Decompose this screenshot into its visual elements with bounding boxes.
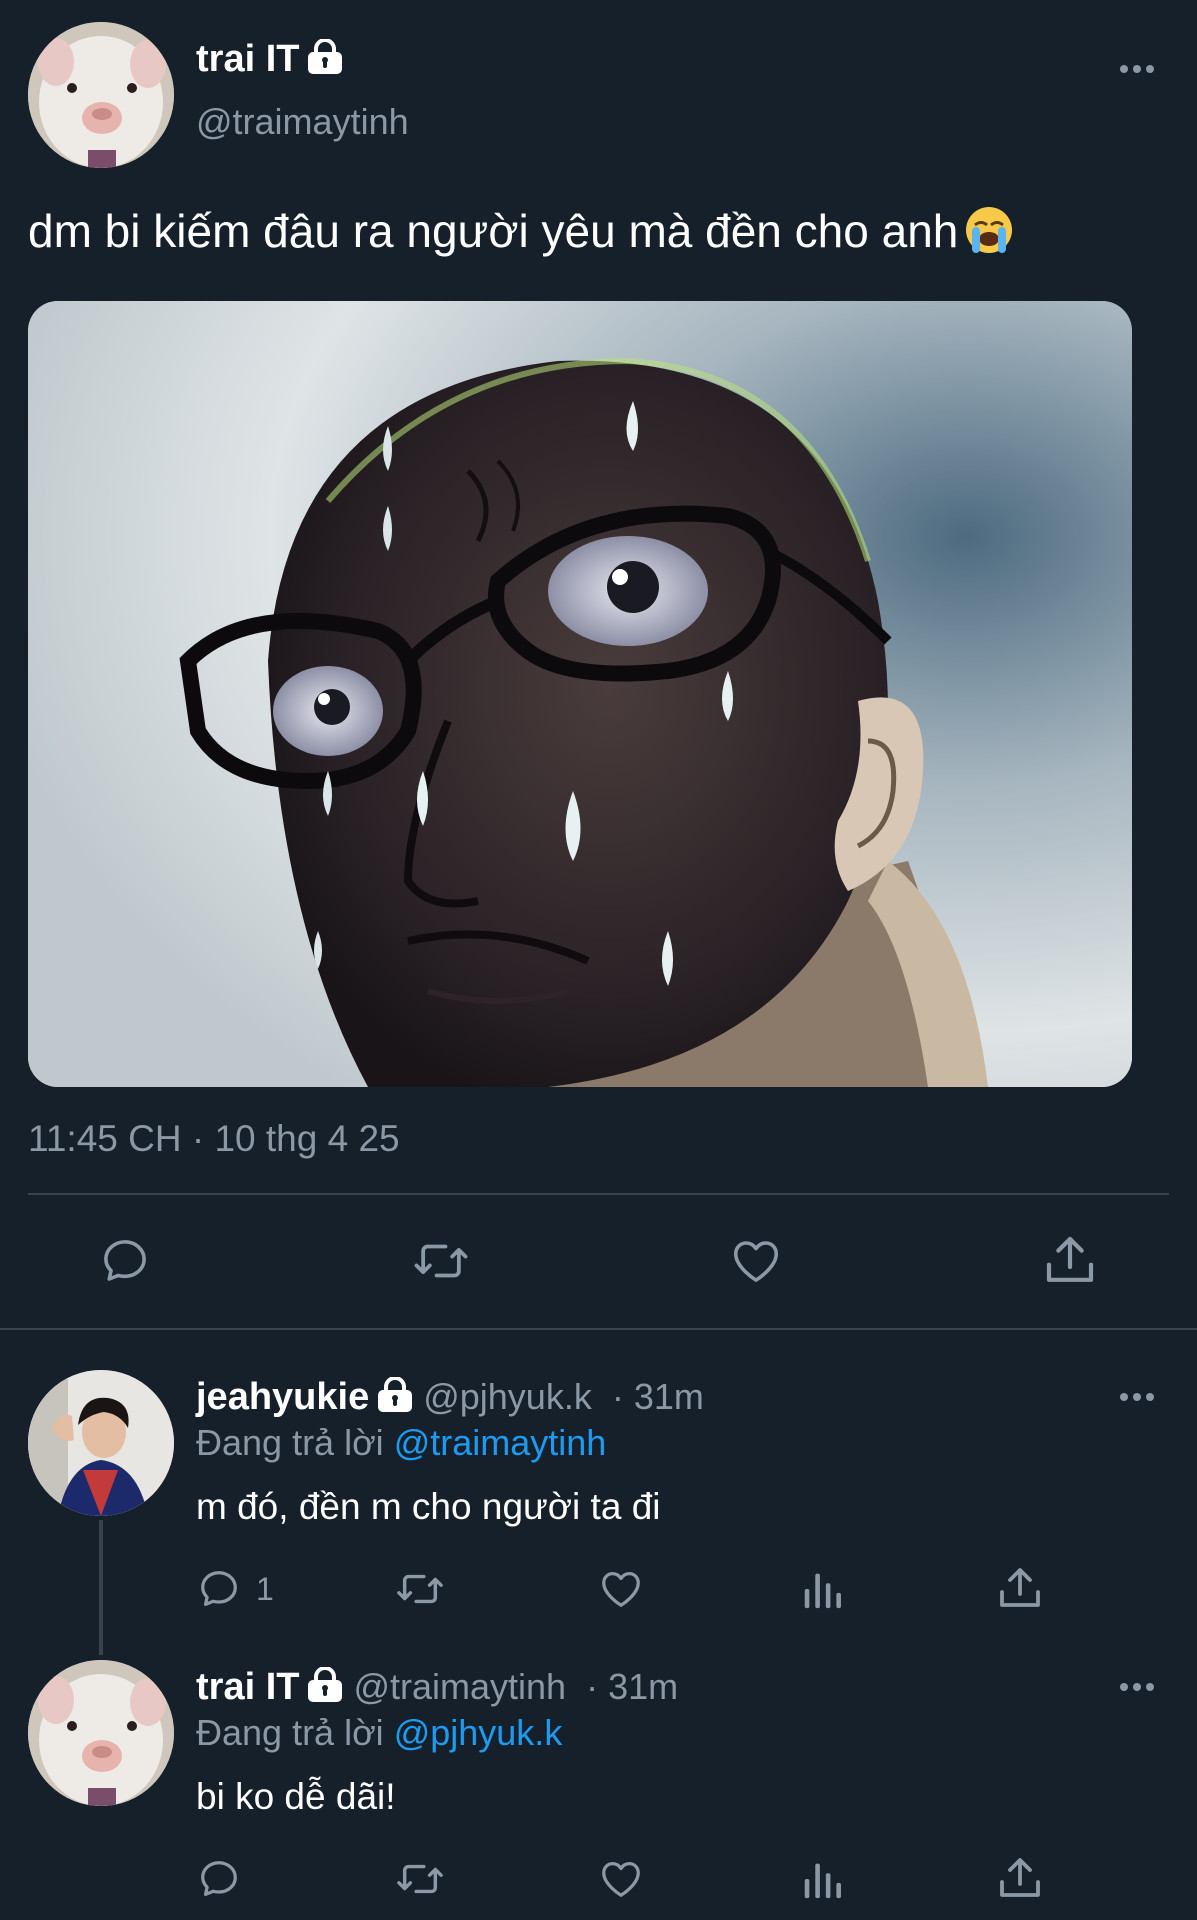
like-button[interactable] xyxy=(728,1234,784,1288)
share-icon xyxy=(1000,1568,1040,1607)
reply-button[interactable]: 1 xyxy=(196,1566,274,1612)
author-name-text: jeahyukie xyxy=(196,1376,370,1418)
lock-icon xyxy=(307,38,343,85)
retweet-icon xyxy=(397,1574,443,1604)
author-handle[interactable]: @pjhyuk.k xyxy=(423,1376,592,1417)
share-button[interactable] xyxy=(998,1854,1042,1902)
replying-to-mention[interactable]: @pjhyuk.k xyxy=(394,1712,563,1753)
divider xyxy=(28,1193,1169,1195)
tweet-detail-page: trai IT @traimaytinh dm bi kiếm đâu ra n… xyxy=(0,0,1197,1920)
views-button[interactable] xyxy=(800,1566,844,1612)
share-button[interactable] xyxy=(998,1564,1042,1612)
more-options-icon[interactable] xyxy=(1120,1390,1160,1402)
reply-icon xyxy=(104,1240,146,1281)
anime-sweating-man-image xyxy=(28,301,1132,1087)
reply-time[interactable]: 31m xyxy=(608,1666,678,1707)
more-options-icon[interactable] xyxy=(1120,1680,1160,1692)
author-name[interactable]: trai IT @traimaytinh · 31m xyxy=(196,1666,678,1713)
thread-connector-line xyxy=(99,1520,103,1655)
separator-dot: · xyxy=(601,1376,634,1417)
author-name[interactable]: trai IT xyxy=(196,38,343,85)
replying-to-prefix: Đang trả lời xyxy=(196,1712,384,1753)
retweet-button[interactable] xyxy=(395,1856,445,1902)
reply-button[interactable] xyxy=(196,1856,256,1902)
separator-dot: · xyxy=(576,1666,609,1707)
avatar[interactable] xyxy=(28,1660,174,1806)
tweet-text-content: dm bi kiếm đâu ra người yêu mà đền cho a… xyxy=(28,205,959,257)
tweet-timestamp[interactable]: 11:45 CH · 10 thg 4 25 xyxy=(28,1118,400,1160)
heart-icon xyxy=(602,1572,640,1607)
lock-icon xyxy=(307,1666,343,1713)
retweet-button[interactable] xyxy=(412,1234,470,1288)
retweet-icon xyxy=(414,1244,468,1278)
reply-icon xyxy=(201,1571,237,1606)
like-button[interactable] xyxy=(597,1566,645,1612)
divider xyxy=(0,1328,1197,1330)
replying-to-label: Đang trả lời @traimaytinh xyxy=(196,1422,606,1464)
reply-icon xyxy=(201,1861,237,1896)
reply-text: m đó, đền m cho người ta đi xyxy=(196,1486,661,1527)
reply-button[interactable] xyxy=(98,1234,152,1288)
replying-to-label: Đang trả lời @pjhyuk.k xyxy=(196,1712,562,1754)
loudly-crying-face-icon xyxy=(964,205,1014,266)
like-button[interactable] xyxy=(597,1856,645,1902)
share-icon xyxy=(1046,1236,1094,1282)
avatar[interactable] xyxy=(28,22,174,168)
author-name[interactable]: jeahyukie @pjhyuk.k · 31m xyxy=(196,1376,704,1423)
tweet-text: dm bi kiếm đâu ra người yêu mà đền cho a… xyxy=(28,204,1014,266)
author-name-text: trai IT xyxy=(196,38,300,80)
retweet-button[interactable] xyxy=(395,1566,445,1612)
avatar[interactable] xyxy=(28,1370,174,1516)
reply-text: bi ko dễ dãi! xyxy=(196,1776,396,1817)
person-photo-avatar-icon xyxy=(28,1370,174,1516)
author-handle[interactable]: @traimaytinh xyxy=(196,101,409,143)
share-icon xyxy=(1000,1858,1040,1897)
analytics-bar-icon xyxy=(804,1863,841,1899)
heart-icon xyxy=(733,1241,779,1282)
replying-to-mention[interactable]: @traimaytinh xyxy=(394,1422,607,1463)
analytics-bar-icon xyxy=(804,1573,841,1609)
rat-avatar-icon xyxy=(28,22,174,168)
more-options-icon[interactable] xyxy=(1120,62,1160,74)
reply-count: 1 xyxy=(256,1570,274,1607)
rat-avatar-icon xyxy=(28,1660,174,1806)
heart-icon xyxy=(602,1862,640,1897)
views-button[interactable] xyxy=(800,1856,844,1902)
reply-time[interactable]: 31m xyxy=(634,1376,704,1417)
author-handle[interactable]: @traimaytinh xyxy=(353,1666,566,1707)
tweet-image[interactable] xyxy=(28,301,1132,1087)
share-button[interactable] xyxy=(1044,1232,1096,1288)
lock-icon xyxy=(377,1376,413,1423)
replying-to-prefix: Đang trả lời xyxy=(196,1422,384,1463)
author-name-text: trai IT xyxy=(196,1666,300,1708)
retweet-icon xyxy=(397,1864,443,1894)
